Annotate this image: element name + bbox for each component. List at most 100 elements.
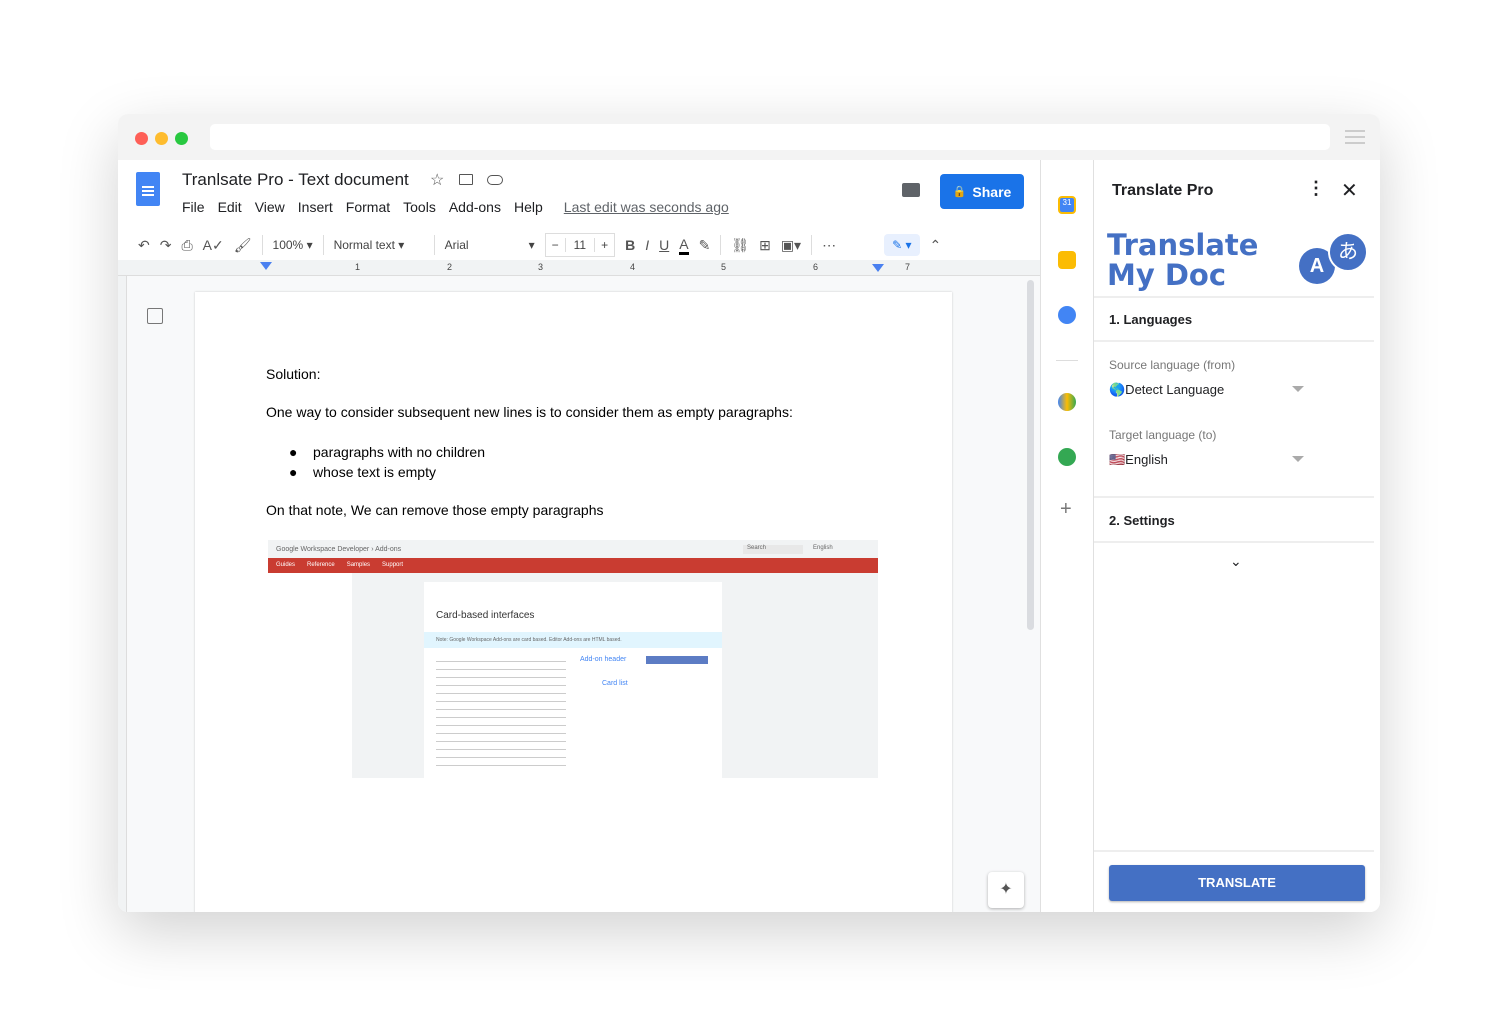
font-size-stepper[interactable]: − 11 + bbox=[544, 233, 616, 257]
embedded-search: Search bbox=[743, 545, 803, 554]
menu-view[interactable]: View bbox=[255, 199, 285, 215]
font-select[interactable]: Arial ▾ bbox=[445, 238, 535, 252]
increase-size-button[interactable]: + bbox=[595, 238, 614, 252]
browser-menu-icon[interactable] bbox=[1345, 130, 1365, 144]
target-language-label: Target language (to) bbox=[1109, 428, 1217, 442]
doc-paragraph: On that note, We can remove those empty … bbox=[266, 502, 604, 518]
ruler-mark: 3 bbox=[538, 262, 544, 272]
ruler-mark: 6 bbox=[813, 262, 819, 272]
star-icon[interactable]: ☆ bbox=[430, 170, 444, 190]
source-language-select[interactable]: 🌎Detect Language bbox=[1094, 378, 1314, 402]
menu-bar: File Edit View Insert Format Tools Add-o… bbox=[182, 199, 729, 215]
embedded-breadcrumb: Google Workspace Developer › Add-ons bbox=[276, 546, 402, 553]
maximize-window-button[interactable] bbox=[175, 132, 188, 145]
scrollbar[interactable] bbox=[1027, 280, 1034, 630]
move-folder-icon[interactable] bbox=[459, 174, 473, 185]
bold-icon[interactable]: B bbox=[625, 237, 635, 253]
editing-mode-button[interactable]: ✎ ▾ bbox=[884, 234, 920, 256]
style-select[interactable]: Normal text ▾ bbox=[334, 238, 424, 252]
menu-insert[interactable]: Insert bbox=[298, 199, 333, 215]
embedded-navbar: Guides Reference Samples Support bbox=[268, 558, 878, 573]
right-indent-marker[interactable] bbox=[872, 264, 884, 272]
panel-title: Translate Pro bbox=[1112, 182, 1214, 199]
menu-format[interactable]: Format bbox=[346, 199, 390, 215]
link-icon[interactable]: ⛓ bbox=[731, 237, 749, 254]
send-addon-icon[interactable] bbox=[1058, 448, 1076, 466]
menu-tools[interactable]: Tools bbox=[403, 199, 436, 215]
lock-icon: 🔒 bbox=[952, 186, 967, 198]
redo-icon[interactable]: ↷ bbox=[160, 237, 172, 254]
document-title[interactable]: Tranlsate Pro - Text document bbox=[182, 170, 409, 190]
menu-edit[interactable]: Edit bbox=[218, 199, 242, 215]
comments-icon[interactable] bbox=[902, 183, 920, 197]
address-bar[interactable] bbox=[210, 124, 1330, 150]
horizontal-ruler[interactable]: 1 2 3 4 5 6 7 bbox=[118, 260, 1040, 276]
side-apps-panel: 31 + bbox=[1040, 160, 1092, 912]
tasks-icon[interactable] bbox=[1058, 306, 1076, 324]
translate-button[interactable]: TRANSLATE bbox=[1109, 865, 1365, 901]
document-page[interactable]: Solution: One way to consider subsequent… bbox=[195, 292, 952, 912]
highlight-icon[interactable]: ✎ bbox=[699, 237, 711, 254]
embedded-sidebar bbox=[268, 573, 352, 778]
add-addon-icon[interactable]: + bbox=[1060, 498, 1072, 521]
docs-logo-icon[interactable] bbox=[136, 172, 160, 206]
undo-icon[interactable]: ↶ bbox=[138, 237, 150, 254]
minimize-window-button[interactable] bbox=[155, 132, 168, 145]
menu-help[interactable]: Help bbox=[514, 199, 543, 215]
panel-logo: Translate My Doc bbox=[1107, 228, 1259, 292]
collapse-menus-icon[interactable]: ⌃ bbox=[930, 237, 942, 254]
toolbar: ↶ ↷ ⎙ A✓ 🖌 100% ▾ Normal text ▾ Arial ▾ … bbox=[118, 226, 1040, 264]
vertical-ruler[interactable] bbox=[118, 276, 127, 912]
ruler-mark: 4 bbox=[630, 262, 636, 272]
translate-addon-icon[interactable] bbox=[1058, 393, 1076, 411]
menu-file[interactable]: File bbox=[182, 199, 205, 215]
insert-image-icon[interactable]: ▣▾ bbox=[781, 237, 801, 254]
doc-heading: Solution: bbox=[266, 366, 321, 382]
calendar-icon[interactable]: 31 bbox=[1058, 196, 1076, 214]
decrease-size-button[interactable]: − bbox=[546, 238, 565, 252]
document-canvas: Solution: One way to consider subsequent… bbox=[118, 276, 1040, 912]
ruler-mark: 5 bbox=[721, 262, 727, 272]
keep-icon[interactable] bbox=[1058, 251, 1076, 269]
more-options-icon[interactable]: ⋮ bbox=[1307, 178, 1325, 199]
cloud-status-icon[interactable] bbox=[487, 175, 503, 185]
embedded-screenshot[interactable]: Google Workspace Developer › Add-ons Sea… bbox=[268, 540, 878, 778]
spellcheck-icon[interactable]: A✓ bbox=[203, 237, 224, 254]
target-language-select[interactable]: 🇺🇸English bbox=[1094, 448, 1314, 472]
left-indent-marker[interactable] bbox=[260, 262, 272, 270]
add-comment-icon[interactable]: ⊞ bbox=[759, 237, 771, 254]
embedded-article: Card-based interfaces Note: Google Works… bbox=[424, 582, 722, 778]
settings-section-header[interactable]: 2. Settings bbox=[1109, 513, 1175, 528]
font-size-value[interactable]: 11 bbox=[564, 238, 596, 252]
translate-ja-icon: あ bbox=[1328, 232, 1368, 272]
zoom-select[interactable]: 100% ▾ bbox=[273, 238, 313, 252]
close-icon[interactable]: ✕ bbox=[1341, 178, 1358, 203]
italic-icon[interactable]: I bbox=[645, 237, 649, 253]
dropdown-caret-icon bbox=[1292, 386, 1304, 392]
last-edit-link[interactable]: Last edit was seconds ago bbox=[564, 199, 729, 215]
browser-window: Tranlsate Pro - Text document ☆ File Edi… bbox=[118, 114, 1380, 912]
bullet-item: ● whose text is empty bbox=[289, 464, 436, 480]
expand-chevron-icon[interactable]: ⌄ bbox=[1230, 553, 1242, 570]
menu-addons[interactable]: Add-ons bbox=[449, 199, 501, 215]
doc-paragraph: One way to consider subsequent new lines… bbox=[266, 404, 793, 420]
underline-icon[interactable]: U bbox=[659, 237, 669, 253]
text-color-icon[interactable]: A bbox=[679, 236, 689, 255]
translate-pro-panel: Translate Pro ⋮ ✕ Translate My Doc A あ 1.… bbox=[1093, 160, 1380, 912]
ruler-mark: 7 bbox=[905, 262, 911, 272]
share-label: Share bbox=[972, 183, 1012, 200]
close-window-button[interactable] bbox=[135, 132, 148, 145]
bullet-item: ● paragraphs with no children bbox=[289, 444, 486, 460]
share-button[interactable]: 🔒 Share bbox=[940, 174, 1024, 209]
more-icon[interactable]: ⋯ bbox=[822, 237, 836, 254]
dropdown-caret-icon bbox=[1292, 456, 1304, 462]
paint-format-icon[interactable]: 🖌 bbox=[234, 237, 252, 254]
languages-section-header[interactable]: 1. Languages bbox=[1109, 312, 1192, 327]
embedded-lang: English bbox=[813, 545, 833, 551]
source-language-label: Source language (from) bbox=[1109, 358, 1236, 372]
print-icon[interactable]: ⎙ bbox=[181, 237, 192, 254]
explore-button[interactable]: ✦ bbox=[988, 872, 1024, 908]
ruler-mark: 1 bbox=[355, 262, 361, 272]
outline-icon[interactable] bbox=[147, 308, 163, 324]
title-bar bbox=[118, 114, 1380, 160]
